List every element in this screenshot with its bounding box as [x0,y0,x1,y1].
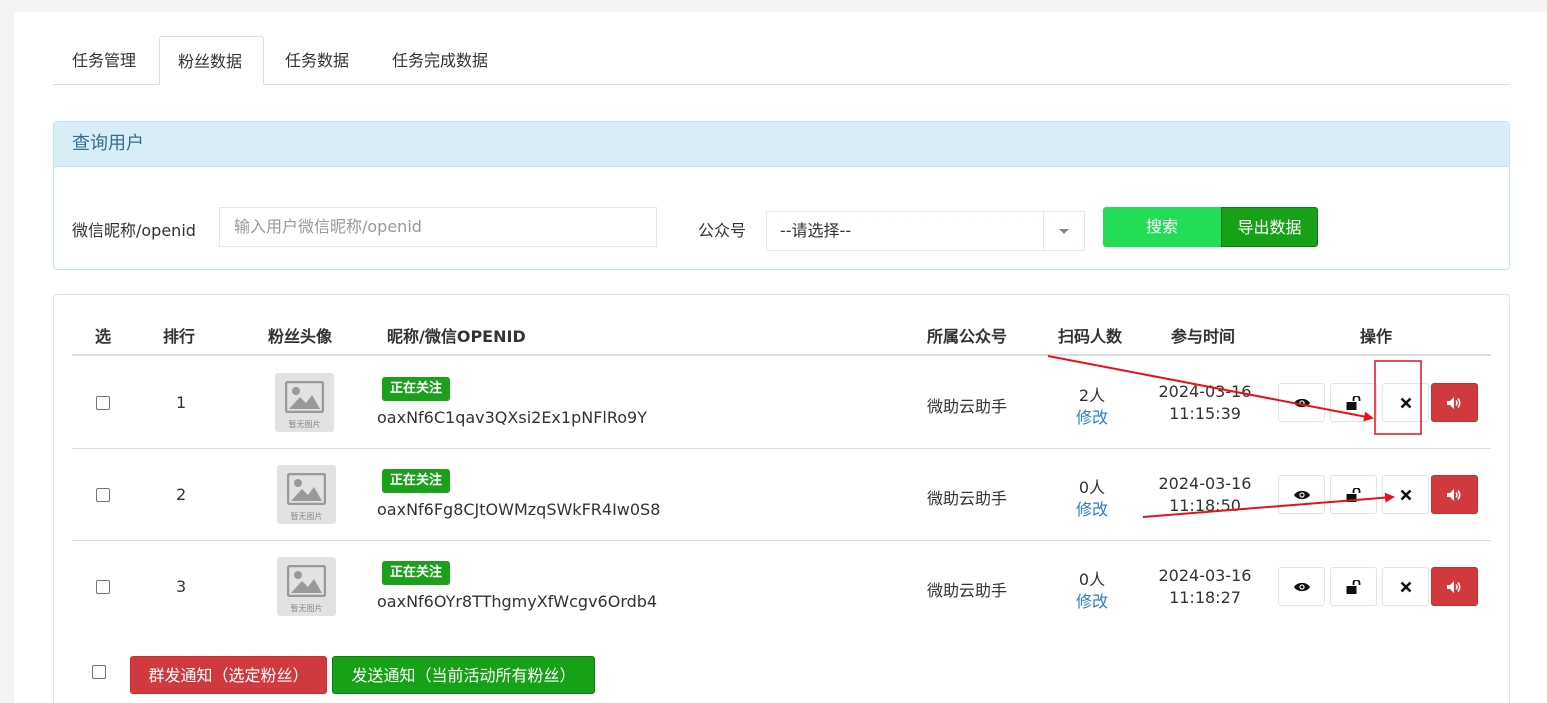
annotation-arrow [1142,492,1395,518]
annotation-arrow [1047,355,1374,422]
annotation-overlay [1047,355,1422,518]
annotation-box [1374,360,1422,435]
tab-fan-data[interactable]: 粉丝数据 [159,36,264,85]
